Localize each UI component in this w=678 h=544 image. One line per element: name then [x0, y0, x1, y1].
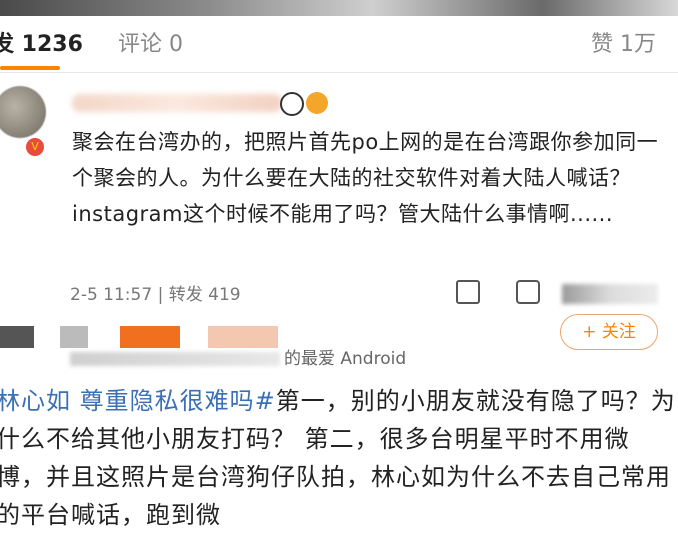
top-image-strip	[0, 0, 678, 16]
verified-badge-icon: V	[26, 138, 44, 156]
tab-bar: 发 1236 评论 0 赞 1万	[0, 16, 678, 73]
like-area-blurred[interactable]	[562, 284, 658, 304]
follow-button[interactable]: + 关注	[560, 314, 658, 350]
panda-emoji-icon	[280, 92, 304, 116]
repost-count[interactable]: 转发 419	[169, 285, 241, 305]
comment-icon[interactable]	[516, 280, 540, 304]
avatar[interactable]	[0, 86, 46, 138]
active-tab-indicator	[0, 66, 60, 70]
post-time: 2-5 11:57	[70, 285, 153, 305]
source-suffix: 的最爱 Android	[284, 349, 407, 369]
source-blurred	[70, 352, 280, 366]
post-meta: 2-5 11:57 | 转发 419	[70, 285, 241, 305]
username-blurred[interactable]	[72, 94, 282, 112]
tab-comment[interactable]: 评论 0	[118, 26, 183, 58]
post-source: 的最爱 Android	[70, 344, 406, 369]
repost-item: 的最爱 Android + 关注 林心如 尊重隐私很难吗#第一，别的小朋友就没有…	[0, 314, 678, 544]
badge-icon	[306, 92, 328, 114]
repost-item: V 聚会在台湾办的，把照片首先po上网的是在台湾跟你参加同一个聚会的人。为什么要…	[0, 74, 678, 314]
tab-like[interactable]: 赞 1万	[591, 26, 656, 58]
hashtag-link[interactable]: 林心如 尊重隐私很难吗#	[0, 387, 276, 415]
post-text: 聚会在台湾办的，把照片首先po上网的是在台湾跟你参加同一个聚会的人。为什么要在大…	[72, 130, 659, 226]
tab-repost[interactable]: 发 1236	[0, 26, 83, 58]
edit-icon[interactable]	[456, 280, 480, 304]
post-text: 林心如 尊重隐私很难吗#第一，别的小朋友就没有隐了吗？为什么不给其他小朋友打码？…	[0, 382, 676, 534]
